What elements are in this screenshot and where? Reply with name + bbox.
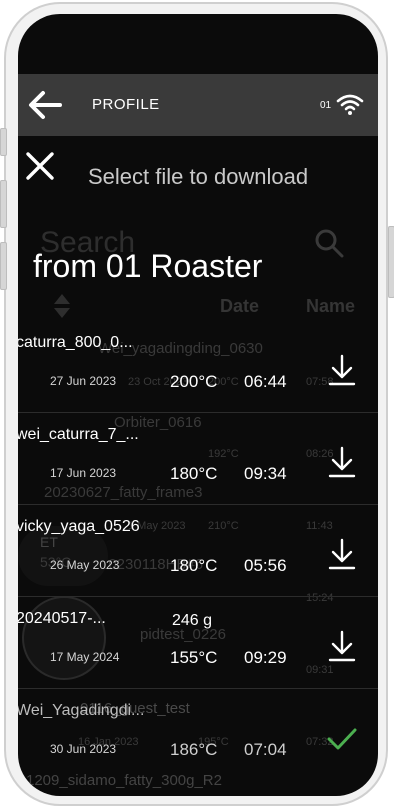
download-icon[interactable]: [328, 446, 356, 478]
file-name: 20240517-...: [18, 610, 106, 627]
side-button-power: [388, 226, 394, 298]
file-date: 26 May 2023: [50, 558, 120, 572]
file-weight: 246 g: [172, 612, 213, 629]
file-date: 17 Jun 2023: [50, 466, 117, 480]
file-name: Wei_Yagadingdi...: [18, 702, 145, 719]
file-temperature: 186°C: [170, 740, 218, 759]
file-temperature: 155°C: [170, 648, 218, 667]
file-duration: 06:44: [244, 372, 287, 391]
file-duration: 07:04: [244, 740, 287, 759]
file-duration: 09:29: [244, 648, 287, 667]
back-arrow-icon[interactable]: [28, 90, 62, 120]
roaster-source-heading: from 01 Roaster: [33, 248, 263, 284]
file-name: vicky_yaga_0526: [18, 518, 140, 535]
close-icon[interactable]: [22, 148, 58, 184]
app-bar: PROFILE 01: [18, 74, 378, 136]
file-temperature: 180°C: [170, 464, 218, 483]
side-button-mute: [0, 128, 7, 156]
file-row[interactable]: vicky_yaga_0526 26 May 2023 180°C 05:56: [18, 504, 378, 597]
file-row[interactable]: Wei_Yagadingdi... 30 Jun 2023 186°C 07:0…: [18, 688, 378, 780]
file-duration: 09:34: [244, 464, 287, 483]
dialog-title: Select file to download: [88, 164, 309, 189]
file-name: caturra_800_0...: [18, 334, 133, 351]
file-name: wei_caturra_7_...: [18, 426, 139, 443]
roaster-number: 01: [320, 100, 332, 111]
download-icon[interactable]: [328, 354, 356, 386]
side-button-volume-up: [0, 180, 7, 228]
file-date: 17 May 2024: [50, 650, 120, 664]
file-temperature: 180°C: [170, 556, 218, 575]
checkmark-icon: [327, 728, 357, 750]
page-title: PROFILE: [92, 96, 160, 113]
file-duration: 05:56: [244, 556, 287, 575]
wifi-icon: [336, 94, 364, 115]
file-date: 30 Jun 2023: [50, 742, 117, 756]
file-date: 27 Jun 2023: [50, 374, 117, 388]
download-icon[interactable]: [328, 630, 356, 662]
file-temperature: 200°C: [170, 372, 218, 391]
file-row[interactable]: wei_caturra_7_... 17 Jun 2023 180°C 09:3…: [18, 412, 378, 505]
file-row[interactable]: caturra_800_0... 27 Jun 2023 200°C 06:44: [18, 320, 378, 413]
download-file-dialog: Select file to download from 01 Roaster …: [18, 136, 378, 796]
file-row[interactable]: 20240517-... 246 g 17 May 2024 155°C 09:…: [18, 596, 378, 689]
screen: PROFILE 01 Search Date Name Wei_yagading…: [18, 14, 378, 796]
side-button-volume-down: [0, 242, 7, 290]
download-icon[interactable]: [328, 538, 356, 570]
